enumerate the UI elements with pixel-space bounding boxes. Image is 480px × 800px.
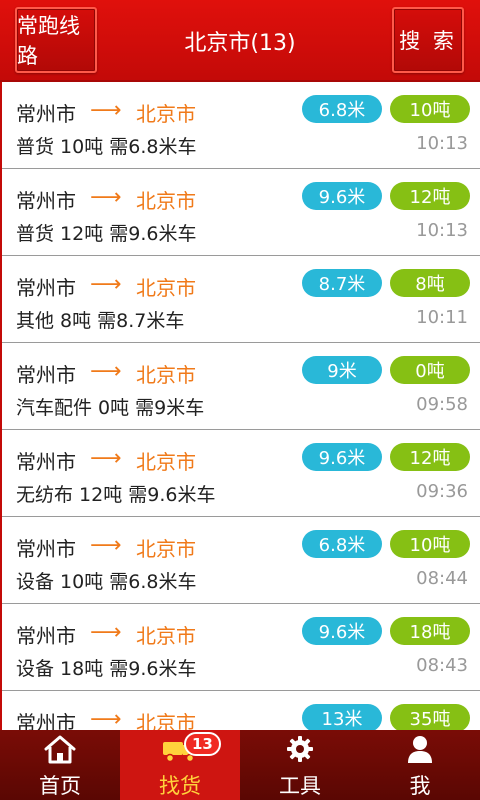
arrow-icon: ⟶ (90, 533, 122, 558)
list-item[interactable]: 常州市 ⟶ 北京市 8.7米 8吨 其他 8吨 需8.7米车 10:11 (2, 256, 480, 343)
nav-tools-label: 工具 (279, 774, 321, 798)
post-time: 08:44 (416, 568, 468, 589)
list-item[interactable]: 常州市 ⟶ 北京市 6.8米 10吨 设备 10吨 需6.8米车 08:44 (2, 517, 480, 604)
nav-home[interactable]: 首页 (0, 730, 120, 800)
length-tag: 9.6米 (302, 443, 382, 471)
weight-tag: 18吨 (390, 617, 470, 645)
origin-city: 常州市 (16, 276, 76, 300)
post-time: 10:13 (416, 220, 468, 241)
weight-tag: 10吨 (390, 95, 470, 123)
origin-city: 常州市 (16, 537, 76, 561)
post-time: 10:13 (416, 133, 468, 154)
origin-city: 常州市 (16, 189, 76, 213)
cargo-description: 汽车配件 0吨 需9米车 (16, 397, 205, 419)
post-time: 10:11 (416, 307, 468, 328)
length-tag: 8.7米 (302, 269, 382, 297)
weight-tag: 35吨 (390, 704, 470, 730)
weight-tag: 8吨 (390, 269, 470, 297)
destination-city: 北京市 (136, 276, 196, 300)
origin-city: 常州市 (16, 102, 76, 126)
person-icon (360, 734, 480, 764)
app-header: 常跑线路 北京市(13) 搜 索 (0, 0, 480, 82)
arrow-icon: ⟶ (90, 185, 122, 210)
arrow-icon: ⟶ (90, 272, 122, 297)
origin-city: 常州市 (16, 624, 76, 648)
nav-find-goods[interactable]: 13 找货 (120, 730, 240, 800)
nav-me-label: 我 (409, 774, 431, 798)
weight-tag: 12吨 (390, 443, 470, 471)
search-button[interactable]: 搜 索 (392, 7, 464, 73)
list-item[interactable]: 常州市 ⟶ 北京市 9米 0吨 汽车配件 0吨 需9米车 09:58 (2, 343, 480, 430)
destination-city: 北京市 (136, 537, 196, 561)
weight-tag: 12吨 (390, 182, 470, 210)
cargo-description: 普货 12吨 需9.6米车 (16, 223, 197, 245)
arrow-icon: ⟶ (90, 707, 122, 731)
post-time: 08:43 (416, 655, 468, 676)
destination-city: 北京市 (136, 189, 196, 213)
origin-city: 常州市 (16, 450, 76, 474)
post-time: 09:36 (416, 481, 468, 502)
list-item[interactable]: 常州市 ⟶ 北京市 9.6米 12吨 普货 12吨 需9.6米车 10:13 (2, 169, 480, 256)
truck-icon (120, 734, 240, 764)
length-tag: 9米 (302, 356, 382, 384)
cargo-description: 无纺布 12吨 需9.6米车 (16, 484, 216, 506)
arrow-icon: ⟶ (90, 446, 122, 471)
nav-home-label: 首页 (39, 774, 81, 798)
origin-city: 常州市 (16, 711, 76, 730)
arrow-icon: ⟶ (90, 359, 122, 384)
length-tag: 6.8米 (302, 95, 382, 123)
length-tag: 6.8米 (302, 530, 382, 558)
cargo-description: 其他 8吨 需8.7米车 (16, 310, 185, 332)
weight-tag: 10吨 (390, 530, 470, 558)
destination-city: 北京市 (136, 363, 196, 387)
home-icon (0, 734, 120, 764)
weight-tag: 0吨 (390, 356, 470, 384)
length-tag: 9.6米 (302, 182, 382, 210)
destination-city: 北京市 (136, 624, 196, 648)
nav-me[interactable]: 我 (360, 730, 480, 800)
notification-badge: 13 (184, 732, 221, 756)
post-time: 09:58 (416, 394, 468, 415)
origin-city: 常州市 (16, 363, 76, 387)
list-item[interactable]: 常州市 ⟶ 北京市 6.8米 10吨 普货 10吨 需6.8米车 10:13 (2, 82, 480, 169)
length-tag: 9.6米 (302, 617, 382, 645)
bottom-nav: 首页 13 找货 工具 我 (0, 730, 480, 800)
cargo-description: 设备 10吨 需6.8米车 (16, 571, 197, 593)
list-item[interactable]: 常州市 ⟶ 北京市 9.6米 18吨 设备 18吨 需9.6米车 08:43 (2, 604, 480, 691)
cargo-description: 普货 10吨 需6.8米车 (16, 136, 197, 158)
arrow-icon: ⟶ (90, 620, 122, 645)
cargo-list[interactable]: 常州市 ⟶ 北京市 6.8米 10吨 普货 10吨 需6.8米车 10:13 常… (0, 82, 480, 730)
nav-find-goods-label: 找货 (159, 774, 201, 798)
destination-city: 北京市 (136, 102, 196, 126)
nav-tools[interactable]: 工具 (240, 730, 360, 800)
gear-icon (240, 734, 360, 764)
arrow-icon: ⟶ (90, 98, 122, 123)
destination-city: 北京市 (136, 711, 196, 730)
cargo-description: 设备 18吨 需9.6米车 (16, 658, 197, 680)
length-tag: 13米 (302, 704, 382, 730)
destination-city: 北京市 (136, 450, 196, 474)
list-item[interactable]: 常州市 ⟶ 北京市 13米 35吨 (2, 691, 480, 730)
frequent-routes-button[interactable]: 常跑线路 (15, 7, 97, 73)
list-item[interactable]: 常州市 ⟶ 北京市 9.6米 12吨 无纺布 12吨 需9.6米车 09:36 (2, 430, 480, 517)
